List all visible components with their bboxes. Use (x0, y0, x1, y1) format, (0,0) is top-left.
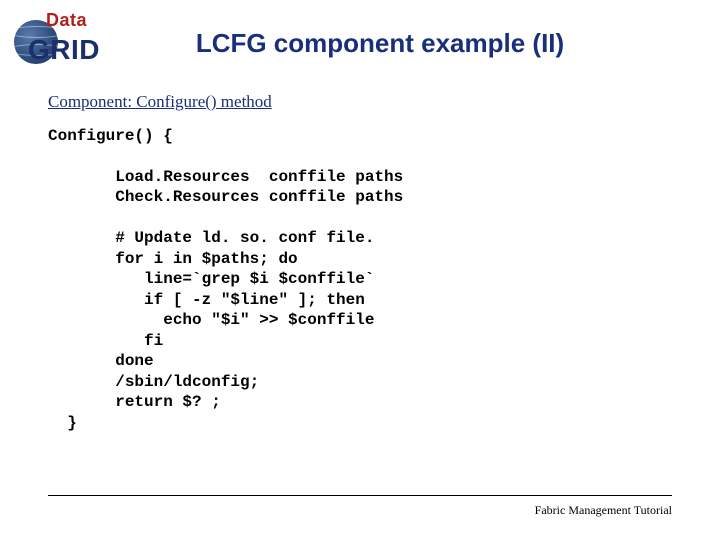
footer-divider (48, 495, 672, 496)
footer-text: Fabric Management Tutorial (535, 503, 672, 518)
logo-text-bottom: GRID (28, 34, 100, 66)
logo-text-top: Data (46, 10, 87, 31)
slide-title: LCFG component example (II) (110, 12, 690, 59)
slide-header: Data GRID LCFG component example (II) (0, 0, 720, 68)
code-block: Configure() { Load.Resources conffile pa… (48, 126, 672, 433)
datagrid-logo: Data GRID (14, 12, 110, 68)
slide: Data GRID LCFG component example (II) Co… (0, 0, 720, 540)
slide-body: Component: Configure() method Configure(… (0, 68, 720, 433)
section-heading: Component: Configure() method (48, 92, 672, 112)
